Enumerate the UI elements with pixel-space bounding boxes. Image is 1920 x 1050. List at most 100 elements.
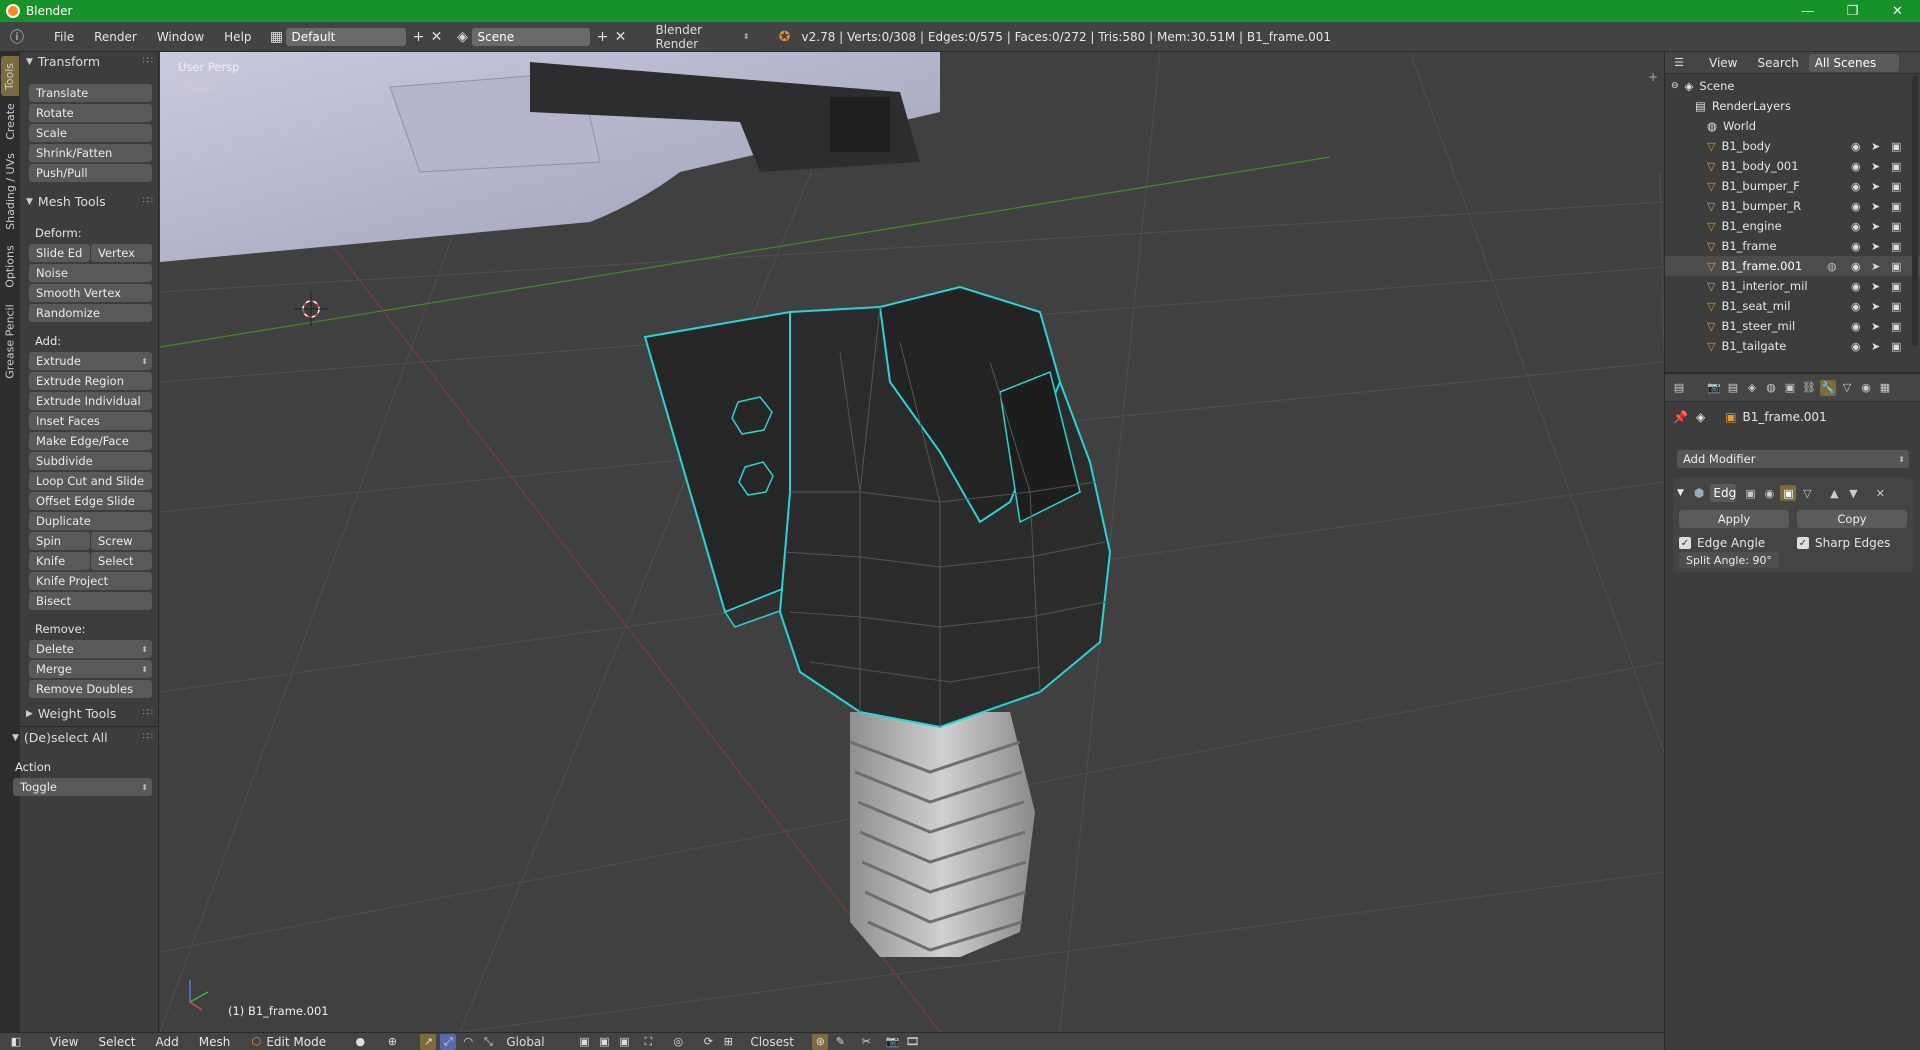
transform-panel-header[interactable]: ▼ Transform <box>26 54 100 69</box>
edge-angle-checkbox[interactable]: ✓ Edge Angle <box>1679 536 1765 550</box>
menu-mesh[interactable]: Mesh <box>189 1035 241 1049</box>
selectable-arrow-icon[interactable]: ➤ <box>1871 160 1880 173</box>
inset-faces-button[interactable]: Inset Faces <box>29 412 152 430</box>
renderable-camera-icon[interactable]: ▣ <box>1891 160 1901 173</box>
slide-edge-button[interactable]: Slide Ed <box>29 244 90 262</box>
duplicate-button[interactable]: Duplicate <box>29 512 152 530</box>
bisect-button[interactable]: Bisect <box>29 592 152 610</box>
scale-button[interactable]: Scale <box>29 124 152 142</box>
move-down-icon[interactable]: ▼ <box>1845 485 1861 501</box>
action-select[interactable]: Toggle ⬍ <box>13 778 152 796</box>
maximize-button[interactable]: ❐ <box>1830 0 1875 22</box>
renderable-camera-icon[interactable]: ▣ <box>1891 240 1901 253</box>
viewport-shading-icon[interactable]: ● <box>352 1034 368 1050</box>
world-tab-icon[interactable]: ◍ <box>1763 380 1779 396</box>
snap-target-select[interactable]: Closest <box>750 1035 810 1049</box>
visibility-eye-icon[interactable]: ◉ <box>1851 260 1861 273</box>
outliner-object-row[interactable]: ▽ B1_body ◉ ➤ ▣ <box>1665 136 1920 156</box>
render-layers-tab-icon[interactable]: ▤ <box>1725 380 1741 396</box>
menu-file[interactable]: File <box>44 30 84 44</box>
render-engine-select[interactable]: Blender Render ⬍ <box>648 23 758 51</box>
visibility-eye-icon[interactable]: ◉ <box>1851 220 1861 233</box>
panel-grip-icon[interactable]: ∷∷ <box>143 56 154 66</box>
renderable-camera-icon[interactable]: ▣ <box>1891 180 1901 193</box>
data-tab-icon[interactable]: ▽ <box>1839 380 1855 396</box>
copy-modifier-button[interactable]: Copy <box>1797 510 1907 528</box>
knife-project-button[interactable]: Knife Project <box>29 572 152 590</box>
outliner-object-row[interactable]: ▽ B1_frame ◉ ➤ ▣ <box>1665 236 1920 256</box>
proportional-editing-icon[interactable]: ◎ <box>670 1034 686 1050</box>
outliner-object-row[interactable]: ▽ B1_body_001 ◉ ➤ ▣ <box>1665 156 1920 176</box>
minimize-button[interactable]: — <box>1785 0 1830 22</box>
3d-viewport[interactable]: User Persp Meters (1) B1_frame.001 + <box>160 52 1664 1032</box>
visibility-eye-icon[interactable]: ◉ <box>1851 140 1861 153</box>
outliner-renderlayers-row[interactable]: ▤ RenderLayers <box>1665 96 1920 116</box>
snap-align-icon[interactable]: ⊛ <box>812 1033 829 1050</box>
visibility-eye-icon[interactable]: ◉ <box>1851 180 1861 193</box>
move-up-icon[interactable]: ▲ <box>1826 485 1842 501</box>
selectable-arrow-icon[interactable]: ➤ <box>1871 280 1880 293</box>
limit-selection-icon[interactable]: ⛶ <box>640 1034 656 1050</box>
selectable-arrow-icon[interactable]: ➤ <box>1871 260 1880 273</box>
remove-layout-icon[interactable]: ✕ <box>428 28 446 46</box>
add-modifier-select[interactable]: Add Modifier ⬍ <box>1677 450 1909 468</box>
weight-tools-panel-header[interactable]: ▶ Weight Tools <box>26 706 116 721</box>
render-image-icon[interactable]: 📷 <box>884 1034 900 1050</box>
mode-select[interactable]: ⬡ Edit Mode <box>246 1034 336 1050</box>
visibility-eye-icon[interactable]: ◉ <box>1851 300 1861 313</box>
slide-vertex-button[interactable]: Vertex <box>91 244 152 262</box>
translate-manipulator-icon[interactable]: ⤢ <box>440 1033 457 1050</box>
screen-layout-field[interactable]: Default <box>285 27 406 46</box>
smooth-vertex-button[interactable]: Smooth Vertex <box>29 284 152 302</box>
outliner-scrollbar[interactable] <box>1912 76 1918 346</box>
panel-grip-icon[interactable]: ∷∷ <box>143 708 154 718</box>
panel-grip-icon[interactable]: ∷∷ <box>143 732 154 742</box>
renderable-camera-icon[interactable]: ▣ <box>1891 140 1901 153</box>
visibility-eye-icon[interactable]: ◉ <box>1851 160 1861 173</box>
renderable-camera-icon[interactable]: ▣ <box>1891 260 1901 273</box>
knife-button[interactable]: Knife <box>29 552 90 570</box>
properties-toggle-icon[interactable]: + <box>1648 70 1658 84</box>
transform-orientation-select[interactable]: Global <box>506 1035 566 1049</box>
merge-button[interactable]: Merge ⬍ <box>29 660 152 678</box>
edge-select-icon[interactable]: ▣ <box>596 1034 612 1050</box>
viewport-display-icon[interactable]: ◉ <box>1761 485 1777 501</box>
randomize-button[interactable]: Randomize <box>29 304 152 322</box>
outliner-object-row[interactable]: ▽ B1_tailgate ◉ ➤ ▣ <box>1665 336 1920 356</box>
modifiers-wrench-tab-icon[interactable]: 🔧 <box>1820 379 1836 396</box>
snap-element-icon[interactable]: ⊞ <box>720 1034 736 1050</box>
visibility-eye-icon[interactable]: ◉ <box>1851 320 1861 333</box>
outliner-editor-type-icon[interactable]: ☰ <box>1671 55 1687 71</box>
edit-mode-display-icon[interactable]: ▣ <box>1742 485 1758 501</box>
texture-tab-icon[interactable]: ▦ <box>1877 380 1893 396</box>
manipulator-icon[interactable]: ↗ <box>420 1033 437 1050</box>
tab-shading-uvs[interactable]: Shading / UVs <box>1 146 19 236</box>
pin-icon[interactable]: 📌 <box>1673 410 1688 424</box>
extrude-individual-button[interactable]: Extrude Individual <box>29 392 152 410</box>
sharp-edges-checkbox[interactable]: ✓ Sharp Edges <box>1797 536 1890 550</box>
menu-select[interactable]: Select <box>88 1035 145 1049</box>
menu-render[interactable]: Render <box>84 30 147 44</box>
visibility-eye-icon[interactable]: ◉ <box>1851 200 1861 213</box>
properties-editor-type-icon[interactable]: ▤ <box>1671 380 1687 396</box>
rotate-manipulator-icon[interactable]: ◠ <box>460 1034 476 1050</box>
scene-tab-icon[interactable]: ◈ <box>1744 380 1760 396</box>
renderable-camera-icon[interactable]: ▣ <box>1891 220 1901 233</box>
knife-select-button[interactable]: Select <box>91 552 152 570</box>
push-pull-button[interactable]: Push/Pull <box>29 164 152 182</box>
snap-project-icon[interactable]: ✎ <box>832 1034 848 1050</box>
cage-display-icon[interactable]: ▽ <box>1799 485 1815 501</box>
outliner-object-row[interactable]: ▽ B1_bumper_F ◉ ➤ ▣ <box>1665 176 1920 196</box>
renderable-camera-icon[interactable]: ▣ <box>1891 200 1901 213</box>
render-display-icon[interactable]: ▣ <box>1780 485 1797 501</box>
tab-grease-pencil[interactable]: Grease Pencil <box>1 296 19 386</box>
selectable-arrow-icon[interactable]: ➤ <box>1871 220 1880 233</box>
extrude-button[interactable]: Extrude ⬍ <box>29 352 152 370</box>
screw-button[interactable]: Screw <box>91 532 152 550</box>
apply-modifier-button[interactable]: Apply <box>1679 510 1789 528</box>
menu-view[interactable]: View <box>40 1035 88 1049</box>
add-scene-icon[interactable]: + <box>594 28 612 46</box>
scale-manipulator-icon[interactable]: ⤡ <box>480 1034 496 1050</box>
object-tab-icon[interactable]: ▣ <box>1782 380 1798 396</box>
menu-help[interactable]: Help <box>214 30 261 44</box>
